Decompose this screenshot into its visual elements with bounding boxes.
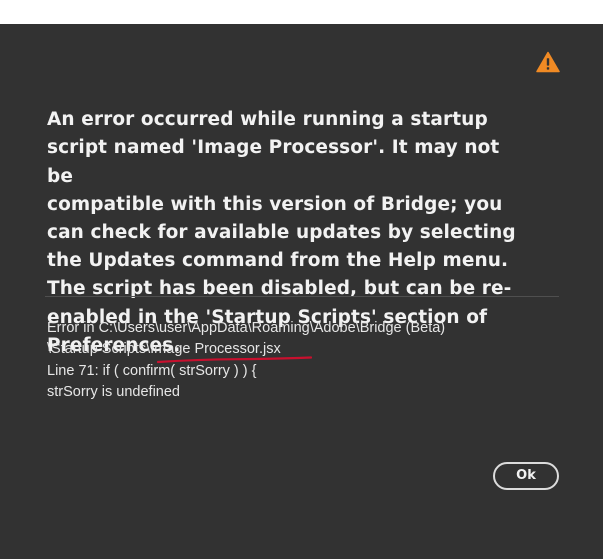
message-line: can check for available updates by selec… xyxy=(47,222,516,244)
divider xyxy=(45,296,559,297)
red-underline-annotation xyxy=(157,356,312,364)
error-reason-line: strSorry is undefined xyxy=(47,383,180,400)
message-line: the Updates command from the Help menu. xyxy=(47,250,509,272)
script-filename: Image Processor.jsx xyxy=(150,341,281,358)
message-line: An error occurred while running a startu… xyxy=(47,109,488,131)
path-prefix: \Startup Scripts\ xyxy=(47,341,151,358)
warning-icon xyxy=(536,51,560,73)
error-path-line: Error in C:\Users\user\AppData\Roaming\A… xyxy=(47,320,446,336)
message-line: compatible with this version of Bridge; … xyxy=(47,193,503,215)
ok-button[interactable]: Ok xyxy=(493,462,559,490)
message-line: script named 'Image Processor'. It may n… xyxy=(47,137,500,187)
